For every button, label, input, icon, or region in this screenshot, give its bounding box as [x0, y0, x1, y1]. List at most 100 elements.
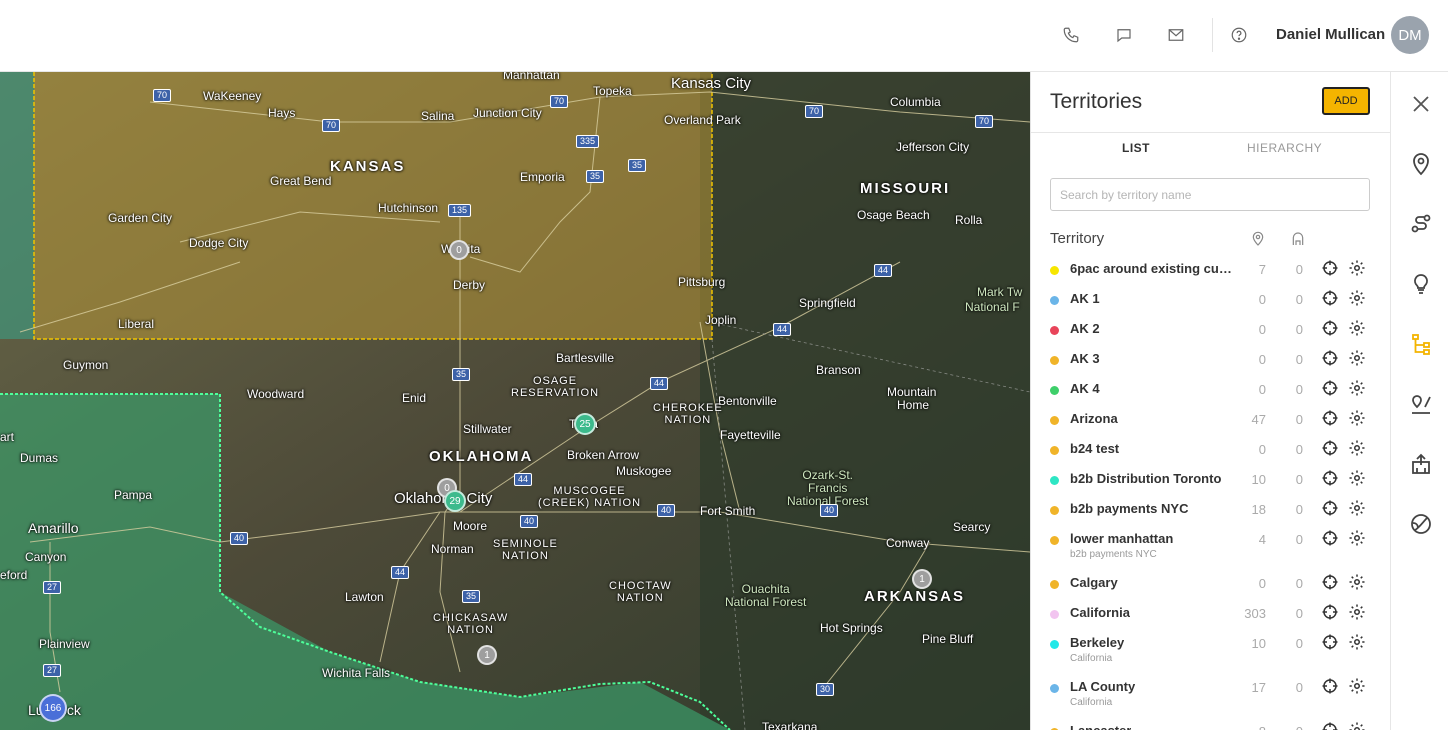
territory-row[interactable]: 6pac around existing custo... 7 0 [1031, 258, 1390, 286]
territory-rep-count: 0 [1295, 352, 1303, 367]
add-territory-button[interactable]: ADD [1322, 87, 1370, 115]
help-icon[interactable] [1228, 24, 1250, 46]
crosshair-icon[interactable] [1321, 469, 1339, 487]
territory-row[interactable]: Calgary 0 0 [1031, 572, 1390, 600]
map-view[interactable]: KANSAS MISSOURI OKLAHOMA ARKANSAS Manhat… [0, 72, 1030, 730]
territory-rep-count: 0 [1295, 412, 1303, 427]
mail-icon[interactable] [1165, 24, 1187, 46]
territory-name[interactable]: Lancaster [1070, 723, 1131, 730]
territory-row[interactable]: Lancaster 8 0 [1031, 720, 1390, 730]
gear-icon[interactable] [1348, 379, 1366, 397]
territory-row[interactable]: AK 4 0 0 [1031, 378, 1390, 406]
territory-name[interactable]: Arizona [1070, 411, 1118, 426]
tab-hierarchy[interactable]: HIERARCHY [1247, 141, 1322, 155]
route-icon[interactable] [1409, 212, 1433, 236]
territory-name[interactable]: Berkeley [1070, 635, 1124, 650]
territory-row[interactable]: b2b payments NYC 18 0 [1031, 498, 1390, 526]
city-label: Woodward [247, 387, 305, 401]
location-pin-icon[interactable] [1409, 152, 1433, 176]
territory-name[interactable]: b2b payments NYC [1070, 501, 1188, 516]
territory-name[interactable]: 6pac around existing custo... [1070, 261, 1236, 276]
territory-column-header: Territory [1050, 230, 1105, 247]
user-name[interactable]: Daniel Mullican [1276, 26, 1385, 43]
gear-icon[interactable] [1348, 319, 1366, 337]
map-cluster-marker[interactable]: 166 [39, 694, 67, 722]
gear-icon[interactable] [1348, 603, 1366, 621]
territory-name[interactable]: b24 test [1070, 441, 1119, 456]
territory-color-swatch [1050, 356, 1059, 365]
territory-row[interactable]: Berkeley California 10 0 [1031, 632, 1390, 664]
crosshair-icon[interactable] [1321, 349, 1339, 367]
city-label: Springfield [799, 296, 856, 310]
territory-name[interactable]: California [1070, 605, 1130, 620]
crosshair-icon[interactable] [1321, 529, 1339, 547]
panel-divider [1031, 132, 1390, 133]
map-cluster-marker[interactable]: 1 [477, 645, 497, 665]
city-label: Home [897, 398, 930, 412]
phone-icon[interactable] [1060, 24, 1082, 46]
lightbulb-icon[interactable] [1409, 272, 1433, 296]
territory-rep-count: 0 [1295, 636, 1303, 651]
territory-row[interactable]: lower manhattan b2b payments NYC 4 0 [1031, 528, 1390, 560]
crosshair-icon[interactable] [1321, 289, 1339, 307]
territory-name[interactable]: lower manhattan [1070, 531, 1173, 546]
territory-row[interactable]: Arizona 47 0 [1031, 408, 1390, 436]
gear-icon[interactable] [1348, 573, 1366, 591]
crosshair-icon[interactable] [1321, 379, 1339, 397]
chat-icon[interactable] [1113, 24, 1135, 46]
gear-icon[interactable] [1348, 439, 1366, 457]
close-icon[interactable] [1409, 92, 1433, 116]
gear-icon[interactable] [1348, 677, 1366, 695]
territory-row[interactable]: AK 2 0 0 [1031, 318, 1390, 346]
gear-icon[interactable] [1348, 529, 1366, 547]
territory-row[interactable]: California 303 0 [1031, 602, 1390, 630]
upload-chart-icon[interactable] [1409, 452, 1433, 476]
hierarchy-icon[interactable] [1409, 332, 1433, 356]
territory-name[interactable]: AK 1 [1070, 291, 1100, 306]
city-label: Emporia [520, 170, 565, 184]
city-label: eford [0, 568, 28, 582]
territory-name[interactable]: Calgary [1070, 575, 1118, 590]
territory-row[interactable]: AK 1 0 0 [1031, 288, 1390, 316]
crosshair-icon[interactable] [1321, 721, 1339, 730]
territory-name[interactable]: AK 3 [1070, 351, 1100, 366]
avatar[interactable]: DM [1391, 16, 1429, 54]
crosshair-icon[interactable] [1321, 439, 1339, 457]
map-cluster-marker[interactable]: 0 [449, 240, 469, 260]
gear-icon[interactable] [1348, 349, 1366, 367]
territory-name[interactable]: AK 2 [1070, 321, 1100, 336]
crosshair-icon[interactable] [1321, 633, 1339, 651]
gear-icon[interactable] [1348, 409, 1366, 427]
territory-row[interactable]: b24 test 0 0 [1031, 438, 1390, 466]
gear-icon[interactable] [1348, 469, 1366, 487]
map-cluster-marker[interactable]: 29 [444, 490, 466, 512]
map-cluster-marker[interactable]: 1 [912, 569, 932, 589]
map-cluster-marker[interactable]: 25 [574, 413, 596, 435]
territory-row[interactable]: LA County California 17 0 [1031, 676, 1390, 708]
territory-color-swatch [1050, 446, 1059, 455]
globe-icon[interactable] [1409, 512, 1433, 536]
top-bar: Daniel Mullican DM [0, 0, 1448, 72]
gear-icon[interactable] [1348, 499, 1366, 517]
crosshair-icon[interactable] [1321, 573, 1339, 591]
territory-row[interactable]: b2b Distribution Toronto 10 0 [1031, 468, 1390, 496]
crosshair-icon[interactable] [1321, 319, 1339, 337]
territory-name[interactable]: b2b Distribution Toronto [1070, 471, 1221, 486]
territory-row[interactable]: AK 3 0 0 [1031, 348, 1390, 376]
crosshair-icon[interactable] [1321, 499, 1339, 517]
crosshair-icon[interactable] [1321, 259, 1339, 277]
crosshair-icon[interactable] [1321, 409, 1339, 427]
territory-name[interactable]: AK 4 [1070, 381, 1100, 396]
gear-icon[interactable] [1348, 633, 1366, 651]
crosshair-icon[interactable] [1321, 677, 1339, 695]
map-pins-icon[interactable] [1409, 392, 1433, 416]
gear-icon[interactable] [1348, 721, 1366, 730]
territory-name[interactable]: LA County [1070, 679, 1135, 694]
gear-icon[interactable] [1348, 259, 1366, 277]
crosshair-icon[interactable] [1321, 603, 1339, 621]
gear-icon[interactable] [1348, 289, 1366, 307]
territory-location-count: 8 [1240, 724, 1266, 730]
tab-list[interactable]: LIST [1122, 141, 1150, 155]
territory-search-input[interactable] [1050, 178, 1370, 211]
city-label: Hot Springs [820, 621, 883, 635]
